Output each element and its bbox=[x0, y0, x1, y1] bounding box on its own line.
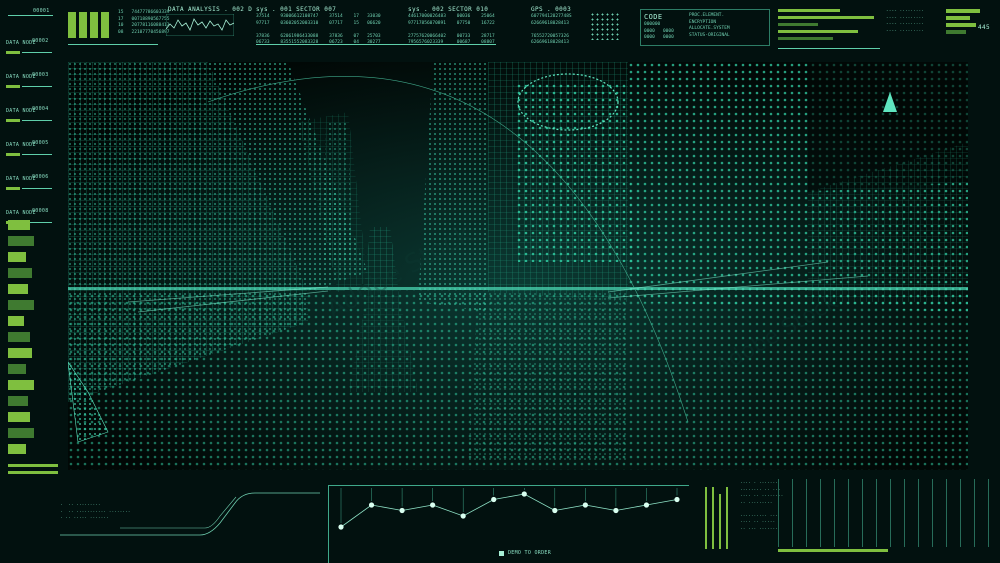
bottom-chart-panel: DEMO TO ORDER bbox=[328, 485, 689, 563]
bottom-right-bar bbox=[778, 549, 888, 552]
chart-point bbox=[552, 507, 558, 514]
numeric-block-2: 37514 93006612108747 37514 17 33030 9771… bbox=[256, 14, 381, 45]
right-bar-stack bbox=[778, 9, 878, 41]
chart-point bbox=[399, 507, 405, 514]
bottom-hud: · ·· ········· · ·· ··········· ········… bbox=[0, 475, 1000, 563]
gps-label: GPS . 0003 bbox=[531, 6, 572, 13]
divider bbox=[8, 15, 53, 16]
id-counter: 00001 bbox=[33, 8, 50, 14]
numeric-block-4: 60779412027748S 62669618028413 765527200… bbox=[531, 14, 572, 45]
city-viewport: Adobe Stock Adobe Stock bbox=[68, 62, 968, 470]
chart-point bbox=[674, 496, 680, 503]
bottom-right-list: ···· · ······· ········ ·· ··· ···· ·· ·… bbox=[740, 481, 784, 532]
data-analysis-sparkline bbox=[166, 14, 234, 36]
chart-line bbox=[340, 493, 678, 528]
sector-007-label: sys . 001 SECTOR 007 bbox=[256, 6, 337, 13]
right-counter: 445 bbox=[978, 24, 991, 31]
chart-point bbox=[521, 491, 527, 497]
chart-point bbox=[491, 496, 497, 503]
chart-point bbox=[460, 513, 466, 519]
data-node-item: DATA NODE 00002 bbox=[4, 38, 60, 72]
numeric-block-1: 15 74477786603339 17 00718890567755 10 2… bbox=[118, 10, 170, 35]
divider bbox=[778, 48, 880, 49]
chart-point bbox=[643, 502, 650, 508]
level-bar-stack bbox=[8, 220, 58, 490]
divider bbox=[68, 44, 158, 45]
chart-point bbox=[430, 502, 436, 508]
bar-cluster-1 bbox=[68, 12, 110, 38]
top-hud: 00001 15 74477786603339 17 0071889056775… bbox=[0, 0, 1000, 58]
dot-matrix bbox=[590, 12, 620, 40]
wireframe-city-scene bbox=[68, 62, 968, 470]
bottom-right-grid bbox=[778, 479, 990, 547]
vertical-meter bbox=[705, 487, 733, 549]
data-node-item: DATA NODE 00005 bbox=[4, 140, 60, 174]
data-node-item: DATA NODE 00006 bbox=[4, 174, 60, 208]
bottom-left-curves bbox=[60, 492, 320, 536]
chart-point bbox=[613, 507, 619, 514]
sector-010-label: sys . 002 SECTOR 010 bbox=[408, 6, 489, 13]
data-analysis-label: DATA ANALYSIS . 002 D bbox=[168, 6, 253, 13]
data-node-item: DATA NODE 00003 bbox=[4, 72, 60, 106]
data-node-item: DATA NODE 00004 bbox=[4, 106, 60, 140]
code-label: CODE bbox=[644, 13, 663, 21]
chart-point bbox=[582, 502, 588, 508]
numeric-block-3: 44617000026483 00036 25064 9771785607089… bbox=[408, 14, 495, 45]
right-list: ---- ········· ---- ········· ---- ·····… bbox=[886, 9, 924, 34]
bottom-line-chart bbox=[338, 488, 680, 530]
chart-point bbox=[368, 502, 375, 508]
code-panel: CODE 000000 0000 0000 0000 0000 PROC.ELE… bbox=[640, 9, 770, 46]
chart-point bbox=[338, 524, 344, 530]
